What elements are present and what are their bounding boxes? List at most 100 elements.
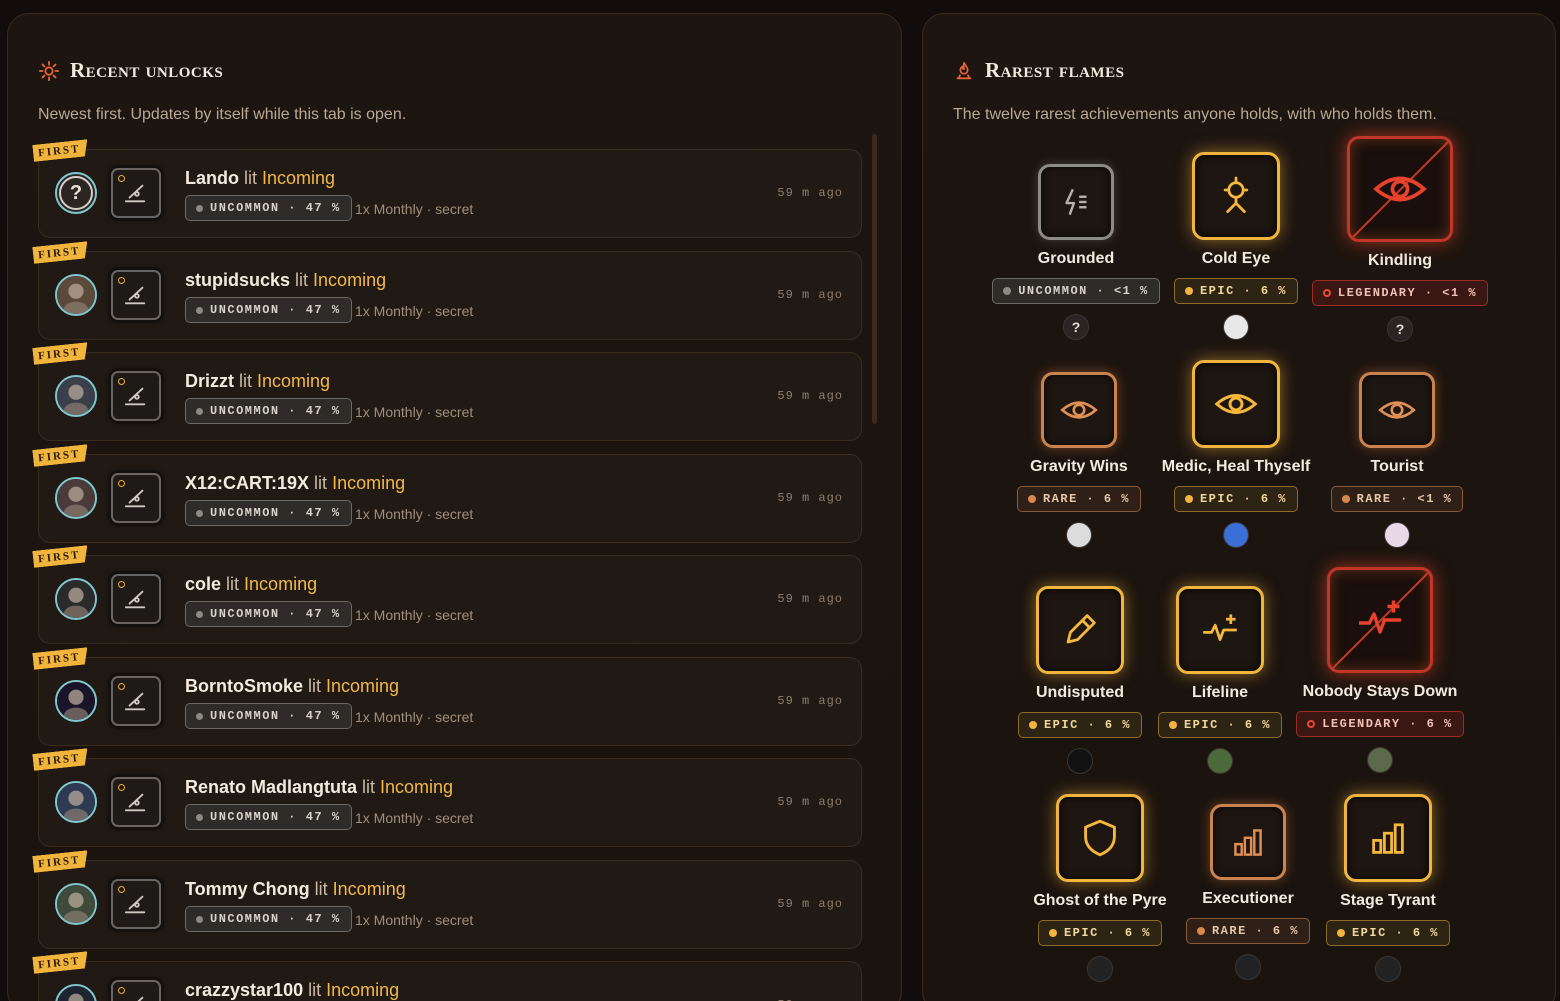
unlock-row[interactable]: FIRST Drizzt lit Incoming UNCOMMON · 47 % 1… [38,352,862,441]
achievement-name[interactable]: Incoming [262,168,335,188]
unlock-row[interactable]: FIRST stupidsucks lit Incoming UNCOMMON · … [38,251,862,340]
unlock-title: Drizzt lit Incoming [185,371,330,392]
flame-name: Undisputed [1036,684,1124,701]
rarity-label: UNCOMMON · 47 % [210,201,341,215]
unlock-time: 59 m ago [777,491,843,505]
achievement-badge[interactable] [1192,152,1280,240]
ramp-icon [124,184,146,203]
first-ribbon: FIRST [32,647,89,670]
holder-avatar[interactable] [1384,522,1410,548]
flame-card[interactable]: Stage Tyrant EPIC · 6 % [1298,794,1478,982]
holder-avatar[interactable]: ? [1387,316,1413,342]
user-avatar[interactable] [55,274,97,316]
avatar-image [57,377,95,415]
rarity-badge: EPIC · 6 % [1157,712,1282,738]
unlock-row[interactable]: FIRST cole lit Incoming UNCOMMON · 47 % 1x … [38,555,862,644]
rarity-label: RARE · 6 % [1211,924,1299,938]
holder-avatar[interactable] [1223,522,1249,548]
achievement-icon [111,777,161,827]
flame-card[interactable]: Gravity Wins RARE · 6 % [989,372,1169,548]
rarity-badge: UNCOMMON · <1 % [992,278,1160,304]
achievement-name[interactable]: Incoming [380,777,453,797]
achievement-badge[interactable] [1176,586,1264,674]
achievement-badge[interactable] [1038,164,1114,240]
holder-avatar[interactable]: ? [1063,314,1089,340]
unlock-row[interactable]: FIRSTcrazzystar100 lit IncomingUNCOMMON … [38,961,862,1001]
rarity-dot-icon [1003,287,1012,295]
feed-scrollbar[interactable] [872,134,877,424]
user-avatar[interactable] [55,680,97,722]
holder-avatar[interactable] [1235,954,1261,980]
avatar-image [57,783,95,821]
achievement-name[interactable]: Incoming [333,879,406,899]
user-avatar[interactable] [55,375,97,417]
player-name[interactable]: BorntoSmoke [185,676,303,696]
holder-avatar[interactable] [1087,956,1113,982]
achievement-name[interactable]: Incoming [326,676,399,696]
holder-avatar[interactable] [1375,956,1401,982]
user-avatar[interactable] [55,883,97,925]
rarity-badge: LEGENDARY · <1 % [1311,280,1489,306]
holder-avatar[interactable] [1066,522,1092,548]
achievement-icon [111,676,161,726]
flame-card[interactable]: Lifeline EPIC · 6 % [1130,586,1310,774]
user-avatar[interactable] [55,984,97,1001]
rarity-dot-icon [196,915,203,923]
rarity-label: EPIC · 6 % [1063,926,1151,940]
achievement-badge[interactable] [1036,586,1124,674]
rarity-badge: LEGENDARY · 6 % [1296,711,1464,737]
user-avatar[interactable] [55,477,97,519]
user-avatar[interactable]: ? [55,172,97,214]
avatar-image [57,986,95,1001]
ramp-icon [137,996,144,1001]
achievement-badge[interactable] [1056,794,1144,882]
flame-card[interactable]: Cold Eye EPIC · 6 % [1146,152,1326,340]
achievement-badge[interactable] [1344,794,1432,882]
achievement-name[interactable]: Incoming [257,371,330,391]
holder-avatar[interactable] [1067,748,1093,774]
panel-subtitle: The twelve rarest achievements anyone ho… [953,106,1437,123]
user-avatar[interactable] [55,781,97,823]
achievement-icon [111,473,161,523]
player-name[interactable]: stupidsucks [185,270,290,290]
flame-card[interactable]: Kindling LEGENDARY · <1 %? [1310,136,1490,342]
flame-card[interactable]: Grounded UNCOMMON · <1 %? [986,164,1166,340]
player-name[interactable]: X12:CART:19X [185,473,309,493]
first-ribbon: FIRST [32,545,89,568]
achievement-name[interactable]: Incoming [244,574,317,594]
unlock-row[interactable]: FIRST? Lando lit Incoming UNCOMMON · 47 % 1… [38,149,862,238]
unlock-row[interactable]: FIRST Renato Madlangtuta lit Incoming UNCO… [38,758,862,847]
holder-avatar[interactable] [1207,748,1233,774]
flame-card[interactable]: Medic, Heal Thyself EPIC · 6 % [1146,360,1326,548]
rarity-badge: RARE · <1 % [1330,486,1464,512]
achievement-badge[interactable] [1359,372,1435,448]
holder-avatar[interactable] [1367,747,1393,773]
player-name[interactable]: cole [185,574,221,594]
achievement-badge[interactable] [1347,136,1453,242]
achievement-badge[interactable] [1192,360,1280,448]
unlock-row[interactable]: FIRST Tommy Chong lit Incoming UNCOMMON · … [38,860,862,949]
unlock-row[interactable]: FIRST X12:CART:19X lit Incoming UNCOMMON ·… [38,454,862,543]
flame-name: Cold Eye [1201,250,1271,267]
achievement-icon [111,574,161,624]
flame-card[interactable]: Tourist RARE · <1 % [1307,372,1487,548]
flame-name: Nobody Stays Down [1302,683,1458,700]
unlock-row[interactable]: FIRST BorntoSmoke lit Incoming UNCOMMON · … [38,657,862,746]
rarity-label: UNCOMMON · <1 % [1018,284,1149,298]
achievement-name[interactable]: Incoming [313,270,386,290]
achievement-badge[interactable] [1327,567,1433,673]
player-name[interactable]: Tommy Chong [185,879,310,899]
achievement-name[interactable]: Incoming [332,473,405,493]
player-name[interactable]: Lando [185,168,239,188]
user-avatar[interactable] [55,578,97,620]
achievement-badge[interactable] [1041,372,1117,448]
flame-card[interactable]: Nobody Stays Down LEGENDARY · 6 % [1290,567,1470,773]
achievement-name[interactable]: Incoming [326,980,399,1000]
player-name[interactable]: Renato Madlangtuta [185,777,357,797]
unlock-title: cole lit Incoming [185,574,317,595]
eye-icon [1060,401,1098,419]
player-name[interactable]: Drizzt [185,371,234,391]
achievement-badge[interactable] [1210,804,1286,880]
holder-avatar[interactable] [1223,314,1249,340]
player-name[interactable]: crazzystar100 [185,980,303,1000]
